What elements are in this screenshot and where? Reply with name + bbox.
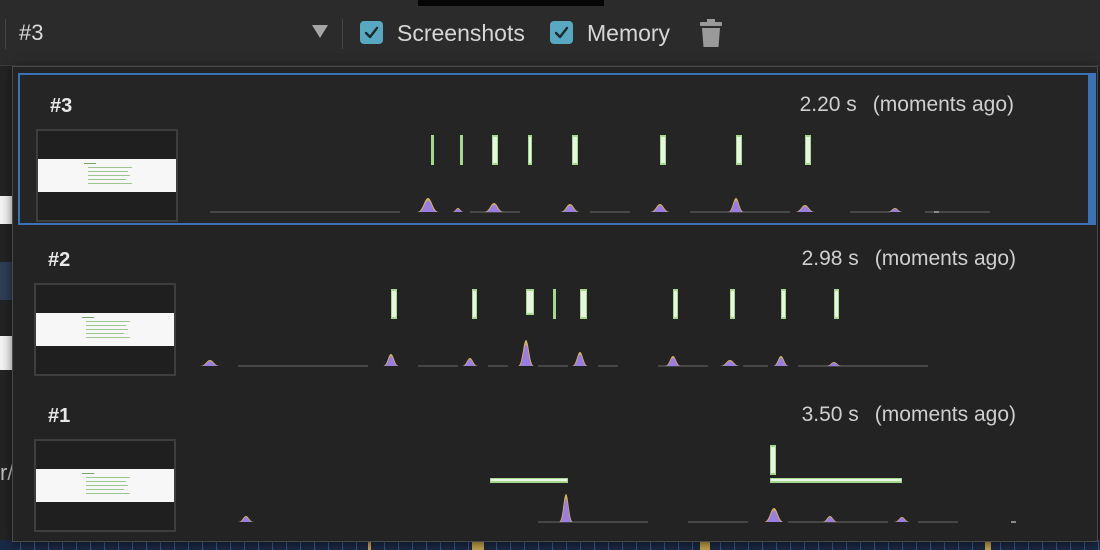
frame-marker (731, 291, 734, 317)
frame-marker (782, 291, 785, 317)
selection-indicator (1088, 73, 1096, 225)
recording-title: #1 (48, 405, 71, 427)
recording-select[interactable]: #3 (19, 20, 43, 46)
recording-timestamp: (moments ago) (872, 93, 1014, 116)
frame-marker (771, 447, 775, 473)
memory-label[interactable]: Memory (587, 20, 670, 47)
frame-marker (431, 135, 434, 165)
frame-marker (573, 137, 577, 163)
recording-duration: 3.50 s (801, 403, 859, 426)
recording-meta: 2.20 s (moments ago) (800, 93, 1014, 117)
recording-meta: 3.50 s (moments ago) (802, 403, 1016, 427)
recordings-dropdown: #3 2.20 s (moments ago) #2 2.98 s (moments… (12, 66, 1098, 542)
frame-marker (674, 291, 677, 317)
recording-overview-graph (210, 135, 990, 213)
recording-screenshot-thumbnail (36, 129, 178, 222)
frame-marker (661, 137, 665, 163)
recording-item[interactable]: #3 2.20 s (moments ago) (18, 73, 1096, 225)
screenshots-label[interactable]: Screenshots (397, 20, 525, 47)
recording-duration: 2.98 s (801, 247, 859, 270)
frame-marker (581, 291, 586, 317)
frame-marker (806, 137, 810, 163)
frame-marker (553, 289, 556, 319)
recording-timestamp: (moments ago) (874, 247, 1016, 270)
recording-overview-graph (200, 289, 928, 367)
recording-overview-graph (238, 445, 1016, 523)
timeline-tick (1098, 540, 1099, 550)
frame-marker (527, 291, 533, 313)
recording-meta: 2.98 s (moments ago) (802, 247, 1016, 271)
frame-marker (835, 291, 838, 317)
recording-title: #3 (50, 95, 73, 117)
trash-icon[interactable] (700, 19, 722, 53)
checkmark-icon (554, 26, 569, 39)
memory-checkbox[interactable] (550, 21, 573, 44)
performance-panel: r/ #3 Screenshots Memory #3 2.20 s (mome… (0, 0, 1100, 550)
recording-screenshot-thumbnail (34, 439, 176, 532)
frame-marker (473, 291, 476, 317)
recording-item[interactable]: #2 2.98 s (moments ago) (18, 229, 1096, 381)
frame-marker (737, 137, 741, 163)
frame-marker (493, 137, 497, 163)
toolbar-divider (342, 19, 343, 49)
screenshots-checkbox[interactable] (360, 21, 383, 44)
toolbar-top-accent (418, 0, 604, 6)
frame-marker (771, 479, 901, 481)
frame-marker (529, 137, 531, 163)
frame-marker (491, 479, 567, 481)
toolbar-divider (5, 19, 6, 49)
frame-marker (460, 135, 463, 165)
recording-duration: 2.20 s (799, 93, 857, 116)
recording-title: #2 (48, 249, 71, 271)
checkmark-icon (364, 26, 379, 39)
performance-toolbar: #3 Screenshots Memory (0, 0, 1100, 66)
recording-screenshot-thumbnail (34, 283, 176, 376)
frame-marker (392, 291, 396, 317)
recording-timestamp: (moments ago) (874, 403, 1016, 426)
recording-item[interactable]: #1 3.50 s (moments ago) (18, 385, 1096, 537)
chevron-down-icon[interactable] (312, 25, 328, 38)
